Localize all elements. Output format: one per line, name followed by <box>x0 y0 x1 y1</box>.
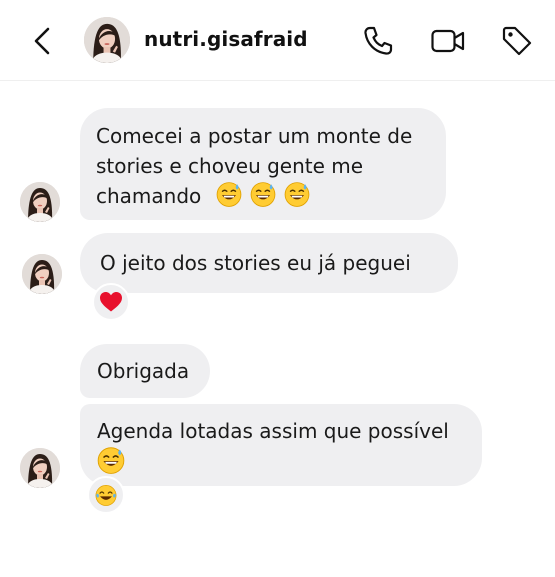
message-text: Obrigada <box>97 359 190 383</box>
phone-icon[interactable] <box>361 24 395 58</box>
sender-avatar[interactable] <box>20 448 60 488</box>
tag-icon[interactable] <box>500 24 534 58</box>
back-chevron-icon[interactable] <box>30 25 56 57</box>
sender-avatar[interactable] <box>22 254 62 294</box>
video-camera-icon[interactable] <box>430 24 465 58</box>
message-bubble[interactable]: Agenda lotadas assim que possível <box>80 404 482 486</box>
red-heart-emoji <box>100 292 122 312</box>
chat-header: nutri.gisafraid <box>0 0 555 81</box>
message-reaction[interactable] <box>92 283 130 321</box>
profile-avatar[interactable] <box>84 17 130 63</box>
sender-avatar[interactable] <box>20 182 60 222</box>
grinning-sweat-emoji <box>250 181 276 207</box>
message-reaction[interactable] <box>87 476 125 514</box>
message-text: Agenda lotadas assim que possível <box>97 419 449 443</box>
message-bubble[interactable]: Comecei a postar um monte de stories e c… <box>80 108 446 220</box>
profile-username[interactable]: nutri.gisafraid <box>144 27 308 51</box>
message-text: O jeito dos stories eu já peguei <box>100 251 411 275</box>
message-text: chamando <box>96 184 202 208</box>
grinning-sweat-emoji <box>216 181 242 207</box>
grinning-sweat-emoji <box>284 181 310 207</box>
grinning-sweat-emoji <box>97 446 125 474</box>
message-text: Comecei a postar um monte de <box>96 124 413 148</box>
message-text: stories e choveu gente me <box>96 154 364 178</box>
message-bubble[interactable]: Obrigada <box>80 344 210 398</box>
tears-of-joy-emoji <box>95 484 117 506</box>
message-bubble[interactable]: O jeito dos stories eu já peguei <box>80 233 458 293</box>
